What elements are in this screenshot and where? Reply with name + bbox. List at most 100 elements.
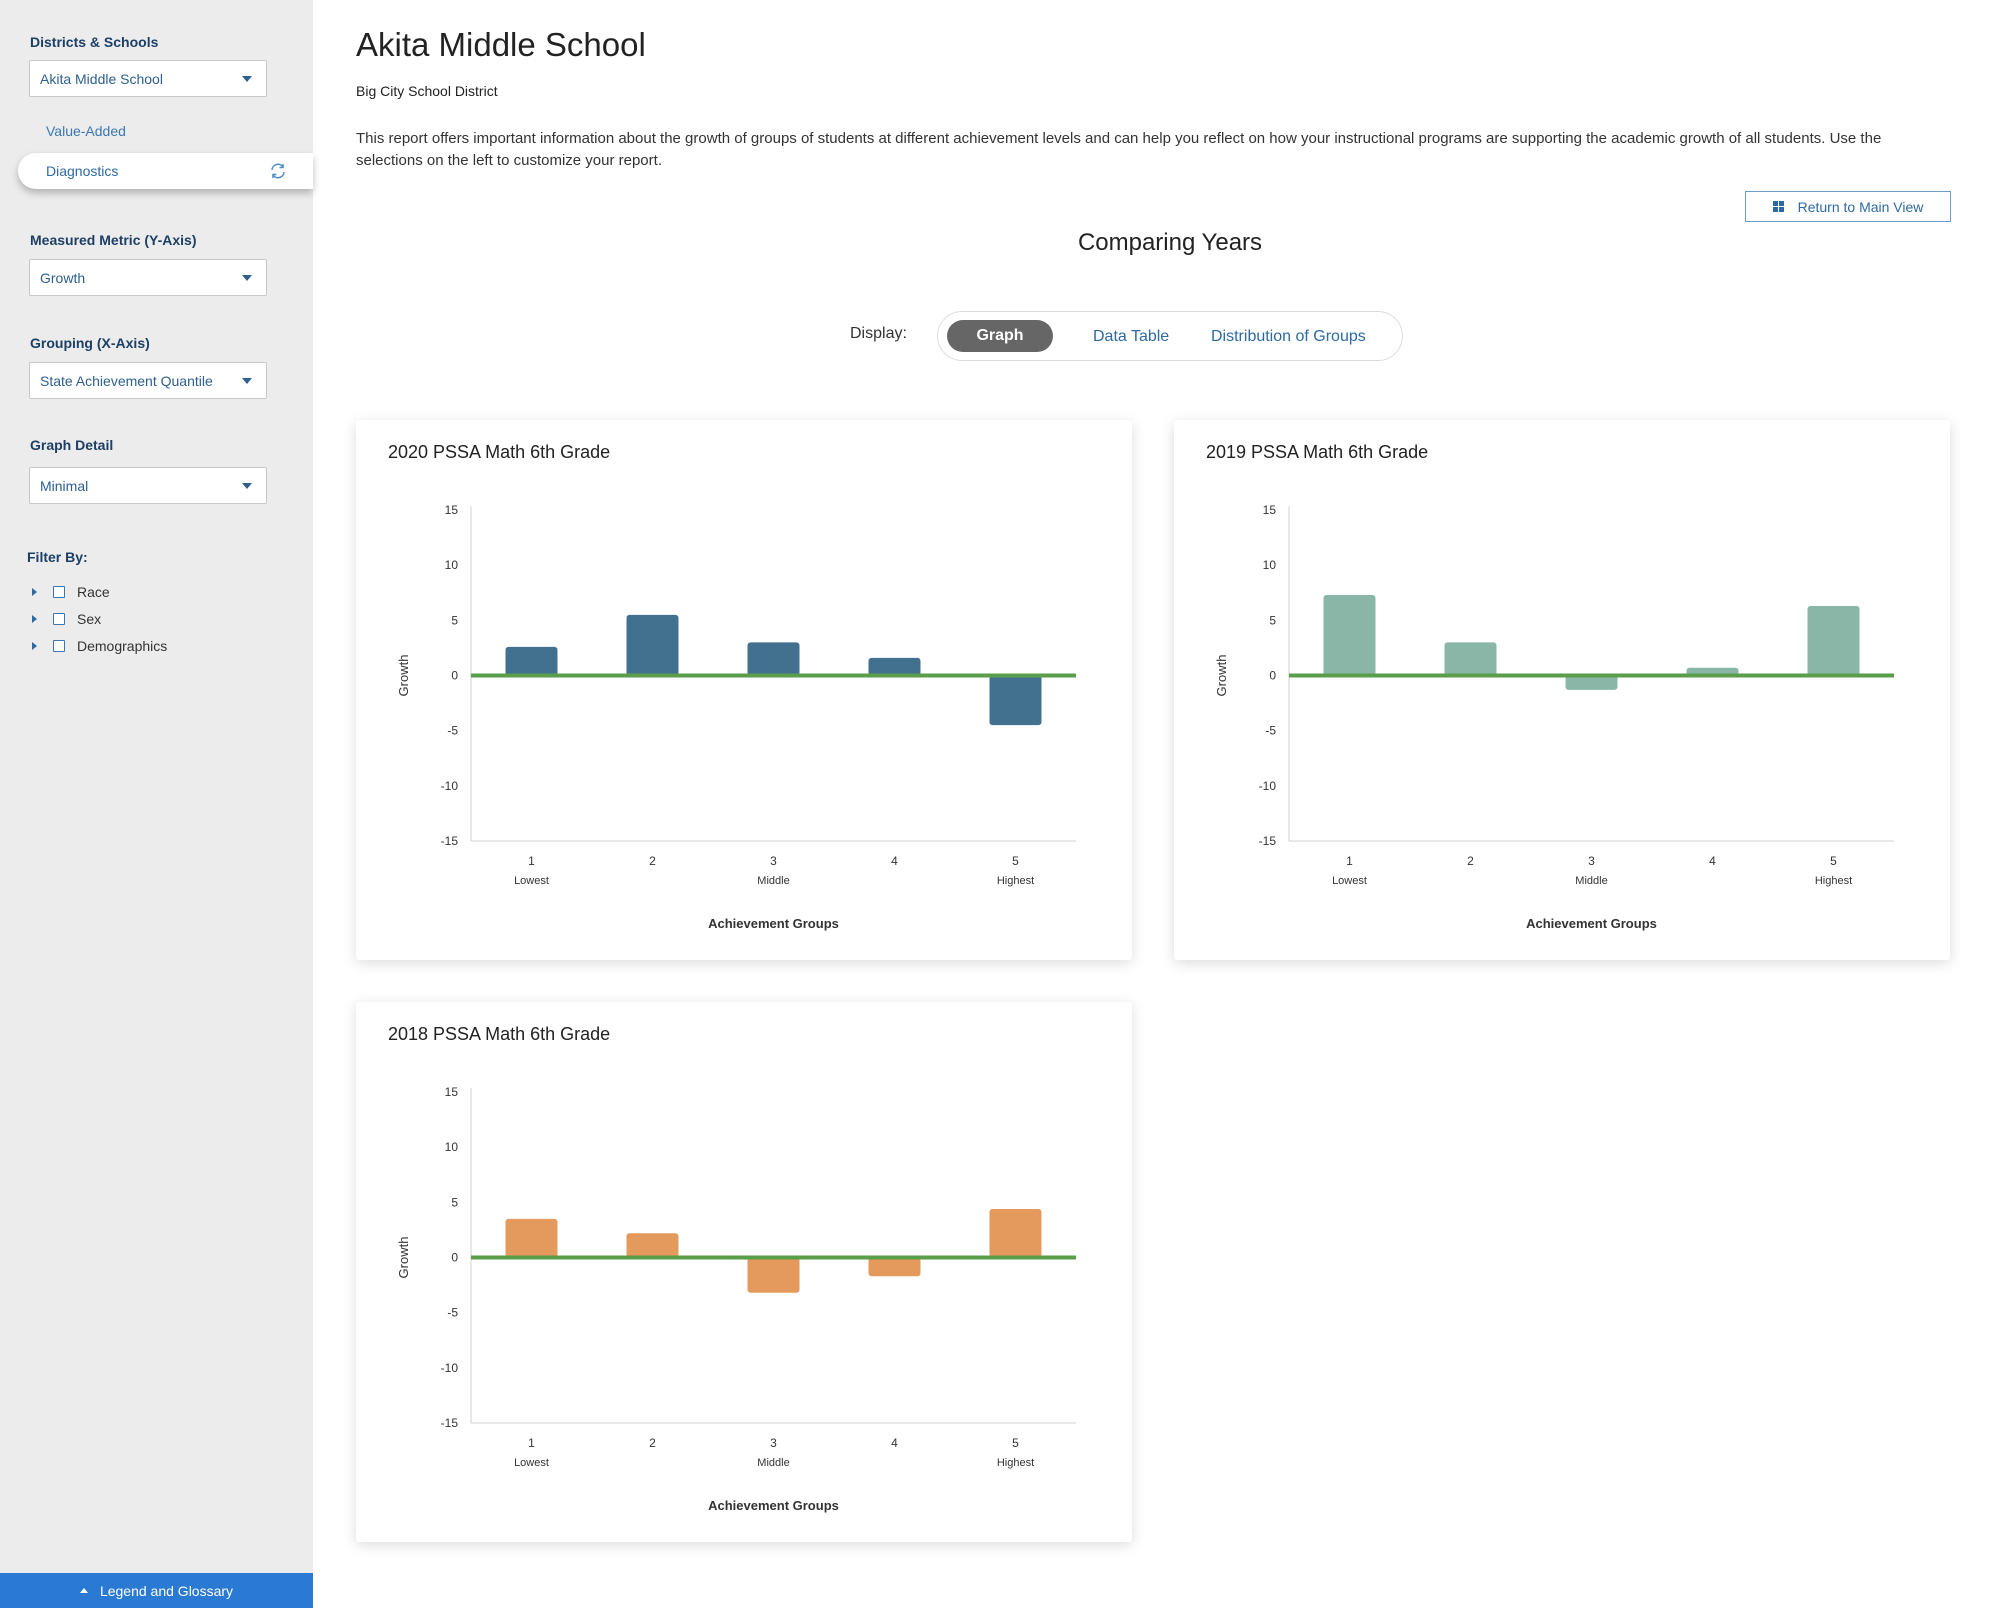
expand-arrow-icon[interactable] xyxy=(32,588,37,596)
legend-glossary-button[interactable]: Legend and Glossary xyxy=(0,1573,313,1608)
race-checkbox[interactable] xyxy=(53,586,65,598)
filter-sex[interactable]: Sex xyxy=(32,610,101,628)
sex-checkbox[interactable] xyxy=(53,613,65,625)
y-tick-label: 0 xyxy=(451,1251,458,1265)
bar-group-3 xyxy=(747,642,800,676)
x-tick-sublabel: Lowest xyxy=(1332,875,1367,887)
x-axis-label: Achievement Groups xyxy=(1526,916,1657,931)
bar-group-2 xyxy=(1444,642,1497,676)
x-tick-label: 3 xyxy=(770,854,777,868)
bar-group-4 xyxy=(868,1257,921,1277)
school-select-value: Akita Middle School xyxy=(40,70,163,87)
grid-icon xyxy=(1772,201,1784,212)
x-tick-label: 3 xyxy=(770,1436,777,1450)
x-tick-label: 1 xyxy=(528,1436,535,1450)
chart-card-2018: 2018 PSSA Math 6th Grade 15 10 5 0 -5 -10 -15 1… xyxy=(356,1002,1132,1542)
graph-detail-select[interactable]: Minimal xyxy=(29,467,267,504)
y-tick-label: 5 xyxy=(1269,613,1276,627)
chevron-down-icon xyxy=(242,483,252,489)
display-graph-option[interactable]: Graph xyxy=(947,320,1053,352)
graph-detail-label: Graph Detail xyxy=(30,437,114,453)
refresh-icon[interactable] xyxy=(269,162,287,180)
display-distribution-option[interactable]: Distribution of Groups xyxy=(1211,328,1366,346)
x-tick-sublabel: Lowest xyxy=(514,875,549,887)
y-tick-label: 5 xyxy=(451,1195,458,1209)
chevron-down-icon xyxy=(242,275,252,281)
demographics-checkbox[interactable] xyxy=(53,640,65,652)
report-description: This report offers important information… xyxy=(356,130,1882,169)
metric-select-value: Growth xyxy=(40,269,86,286)
grouping-select[interactable]: State Achievement Quantile xyxy=(29,362,267,399)
y-tick-label: 10 xyxy=(445,558,459,572)
chevron-up-icon xyxy=(79,1588,88,1593)
return-main-view-button[interactable]: Return to Main View xyxy=(1745,191,1951,222)
y-tick-label: -10 xyxy=(441,779,459,793)
bar-group-1 xyxy=(505,646,558,676)
x-tick-sublabel: Highest xyxy=(1815,875,1852,887)
y-tick-label: 5 xyxy=(451,613,458,627)
y-axis-label: Growth xyxy=(1214,655,1229,697)
x-tick-label: 2 xyxy=(649,854,656,868)
nav-diagnostics[interactable]: Diagnostics xyxy=(18,153,313,189)
grouping-select-value: State Achievement Quantile xyxy=(40,372,213,389)
bar-group-1 xyxy=(1323,594,1376,676)
bar-group-1 xyxy=(505,1218,558,1258)
x-tick-label: 4 xyxy=(1709,854,1716,868)
display-label: Display: xyxy=(850,325,907,342)
filter-by-label: Filter By: xyxy=(27,549,88,565)
x-tick-sublabel: Middle xyxy=(1575,875,1607,887)
x-tick-label: 2 xyxy=(649,1436,656,1450)
filter-race-label: Race xyxy=(77,584,110,600)
bar-group-2 xyxy=(626,1233,679,1258)
filter-sex-label: Sex xyxy=(77,611,102,627)
y-tick-label: 15 xyxy=(445,503,459,517)
metric-select[interactable]: Growth xyxy=(29,259,267,296)
chevron-down-icon xyxy=(242,76,252,82)
chart-card-2020: 2020 PSSA Math 6th Grade 15 10 5 0 -5 -10 -15 1… xyxy=(356,420,1132,960)
x-tick-sublabel: Highest xyxy=(997,875,1034,887)
x-tick-label: 4 xyxy=(891,1436,898,1450)
bar-group-5 xyxy=(989,675,1042,726)
school-select[interactable]: Akita Middle School xyxy=(29,60,267,97)
y-tick-label: -15 xyxy=(441,834,459,848)
y-tick-label: -5 xyxy=(1265,724,1276,738)
chart-card-2019: 2019 PSSA Math 6th Grade 15 10 5 0 -5 -10 -15 1… xyxy=(1174,420,1950,960)
x-tick-label: 1 xyxy=(528,854,535,868)
expand-arrow-icon[interactable] xyxy=(32,615,37,623)
bar-chart-2018: 15 10 5 0 -5 -10 -15 1 Lowest 2 3 Middle 4 5 Highest Gr… xyxy=(396,1085,1076,1513)
x-tick-label: 3 xyxy=(1588,854,1595,868)
sidebar: Districts & Schools Akita Middle School … xyxy=(0,0,313,1608)
filter-demographics[interactable]: Demographics xyxy=(32,637,167,655)
x-tick-label: 4 xyxy=(891,854,898,868)
metric-label: Measured Metric (Y-Axis) xyxy=(30,232,197,248)
x-tick-label: 2 xyxy=(1467,854,1474,868)
districts-schools-label: Districts & Schools xyxy=(30,34,159,50)
y-tick-label: -10 xyxy=(1259,779,1277,793)
y-tick-label: 10 xyxy=(445,1140,459,1154)
nav-value-added[interactable]: Value-Added xyxy=(46,123,126,139)
section-title: Comparing Years xyxy=(1077,229,1263,256)
y-tick-label: 15 xyxy=(1263,503,1277,517)
display-toggle: Graph Data Table Distribution of Groups xyxy=(937,311,1403,361)
x-axis-label: Achievement Groups xyxy=(708,1498,839,1513)
display-data-table-option[interactable]: Data Table xyxy=(1093,328,1169,346)
grouping-label: Grouping (X-Axis) xyxy=(30,335,150,351)
filter-race[interactable]: Race xyxy=(32,583,110,601)
x-tick-sublabel: Middle xyxy=(757,1457,789,1469)
return-main-view-label: Return to Main View xyxy=(1797,198,1924,215)
bar-group-3 xyxy=(747,1257,800,1293)
x-tick-sublabel: Middle xyxy=(757,875,789,887)
bar-group-5 xyxy=(1807,605,1860,676)
y-tick-label: 0 xyxy=(1269,669,1276,683)
graph-detail-select-value: Minimal xyxy=(40,477,89,494)
expand-arrow-icon[interactable] xyxy=(32,642,37,650)
y-tick-label: -15 xyxy=(441,1416,459,1430)
chevron-down-icon xyxy=(242,378,252,384)
nav-diagnostics-label: Diagnostics xyxy=(46,163,119,179)
bar-group-4 xyxy=(868,657,921,676)
y-tick-label: 10 xyxy=(1263,558,1277,572)
y-tick-label: -5 xyxy=(447,724,458,738)
bar-chart-2020: 15 10 5 0 -5 -10 -15 1 Lowest 2 3 Middle 4 5 Highest Gr… xyxy=(396,503,1076,931)
bar-group-5 xyxy=(989,1208,1042,1258)
y-tick-label: -15 xyxy=(1259,834,1277,848)
